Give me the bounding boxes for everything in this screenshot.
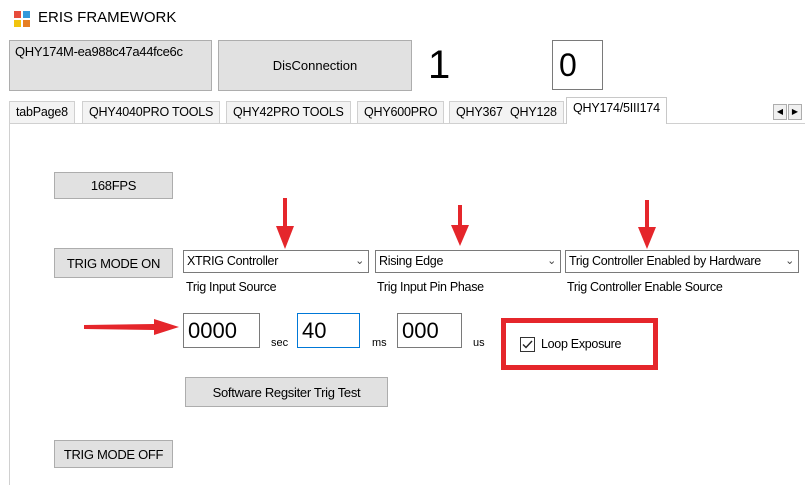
tab-qhy367[interactable]: QHY367 [449,101,510,123]
trig-enable-source-label: Trig Controller Enable Source [567,280,723,294]
trig-pin-phase-value: Rising Edge [379,254,444,268]
software-trig-test-button[interactable]: Software Regsiter Trig Test [185,377,388,407]
window-title: ERIS FRAMEWORK [38,9,177,26]
arrow-down-icon [276,198,294,249]
tab-qhy174-5iii174[interactable]: QHY174/5III174 [566,97,667,124]
status-number-left: 1 [428,43,451,87]
trig-mode-off-button[interactable]: TRIG MODE OFF [54,440,173,468]
trig-pin-phase-select[interactable]: Rising Edge ⌄ [375,250,561,273]
arrow-down-icon [451,205,469,246]
trig-input-source-value: XTRIG Controller [187,254,279,268]
ms-unit-label: ms [372,337,387,349]
title-bar: ERIS FRAMEWORK [0,0,805,36]
arrow-down-icon [638,200,656,249]
tab-scroll-left-button[interactable]: ◀ [773,104,787,120]
loop-exposure-label[interactable]: Loop Exposure [541,337,622,351]
tab-scroll-right-button[interactable]: ▶ [788,104,802,120]
trig-enable-source-value: Trig Controller Enabled by Hardware [569,254,761,268]
trig-mode-on-button[interactable]: TRIG MODE ON [54,248,173,278]
loop-exposure-checkbox[interactable] [520,337,535,352]
trig-enable-source-select[interactable]: Trig Controller Enabled by Hardware ⌄ [565,250,799,273]
chevron-down-icon: ⌄ [355,255,364,267]
camera-id-field[interactable]: QHY174M-ea988c47a44fce6c [9,40,212,91]
tab-qhy42pro-tools[interactable]: QHY42PRO TOOLS [226,101,351,123]
exposure-us-input[interactable]: 000 [397,313,462,348]
arrow-right-icon [84,319,179,335]
chevron-down-icon: ⌄ [547,255,556,267]
trig-input-source-label: Trig Input Source [186,280,277,294]
tab-qhy600pro[interactable]: QHY600PRO [357,101,445,123]
trig-pin-phase-label: Trig Input Pin Phase [377,280,484,294]
app-window-icon [14,11,30,27]
168fps-button[interactable]: 168FPS [54,172,173,199]
tab-qhy4040pro-tools[interactable]: QHY4040PRO TOOLS [82,101,221,123]
us-unit-label: us [473,337,485,349]
status-number-right[interactable]: 0 [552,40,603,90]
tab-tabpage8[interactable]: tabPage8 [9,101,75,123]
disconnect-button[interactable]: DisConnection [218,40,412,91]
chevron-down-icon: ⌄ [783,251,794,272]
sec-unit-label: sec [271,337,289,349]
tab-qhy128[interactable]: QHY128 [508,101,564,123]
checkmark-icon [522,340,533,349]
exposure-ms-input[interactable]: 40 [297,313,360,348]
trig-input-source-select[interactable]: XTRIG Controller ⌄ [183,250,369,273]
exposure-sec-input[interactable]: 0000 [183,313,260,348]
